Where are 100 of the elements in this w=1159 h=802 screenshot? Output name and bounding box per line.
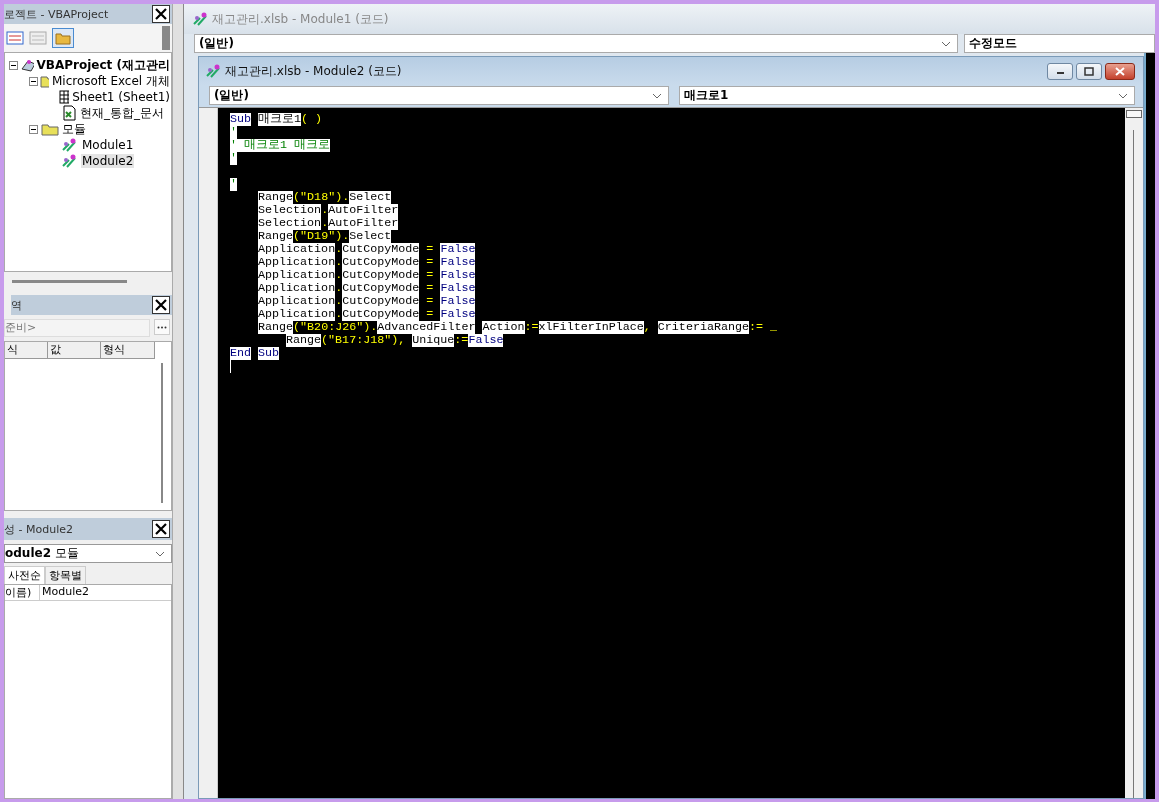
code-token: Range (258, 321, 294, 334)
column-header[interactable]: 식 (5, 342, 48, 358)
close-icon (155, 523, 167, 535)
folder-icon[interactable] (52, 28, 74, 48)
code-token: Application (258, 243, 336, 256)
code-token: CriteriaRange (657, 321, 749, 334)
code-token: Application (258, 269, 336, 282)
close-icon (155, 299, 167, 311)
code-token: Range (286, 334, 322, 347)
scrollbar[interactable] (161, 363, 163, 503)
code-token: Selection (258, 217, 322, 230)
more-icon (157, 325, 167, 329)
tree-item[interactable]: Microsoft Excel 개체 (50, 72, 171, 90)
text-cursor (230, 360, 231, 373)
scrollbar-thumb[interactable] (1126, 110, 1142, 118)
code-token: xlFilterInPlace (538, 321, 644, 334)
code-token: Unique (412, 334, 455, 347)
code-token: ("D18"). (293, 191, 350, 204)
close-button[interactable] (152, 296, 170, 314)
object-dropdown[interactable]: (일반) (194, 34, 958, 53)
close-button[interactable] (152, 5, 170, 23)
code-token: Action (482, 321, 525, 334)
module-icon (205, 63, 221, 79)
close-button[interactable] (152, 520, 170, 538)
tree-item[interactable]: Sheet1 (Sheet1) (71, 90, 171, 104)
code-token: Range (258, 230, 294, 243)
code-token: False (468, 334, 504, 347)
chevron-icon (1118, 92, 1128, 99)
sheet-icon (58, 89, 70, 105)
module-icon (192, 11, 208, 27)
chevron-icon (155, 550, 165, 557)
code-token: AutoFilter (328, 204, 399, 217)
restore-button[interactable] (1076, 62, 1102, 80)
code-token: Application (258, 282, 336, 295)
tab[interactable]: 사전순 (4, 566, 45, 584)
code-token: Application (258, 256, 336, 269)
code-token: CutCopyMode (342, 243, 420, 256)
code-token: AutoFilter (328, 217, 399, 230)
tab[interactable]: 항목별 (45, 566, 86, 584)
object-dropdown[interactable]: (일반) (209, 86, 669, 105)
tree-item[interactable]: Module1 (81, 138, 135, 152)
code-token: Sub (230, 113, 252, 126)
code-token: ' (230, 178, 237, 191)
code-token: CutCopyMode (342, 295, 420, 308)
close-button[interactable] (1105, 62, 1135, 80)
code-token: ' (230, 126, 237, 139)
property-name: 이름) (5, 585, 40, 600)
folder-icon (40, 73, 49, 89)
property-value[interactable]: Module2 (40, 585, 89, 600)
tree-item[interactable]: 모듈 (61, 120, 87, 138)
module-icon (61, 153, 79, 169)
code-token: False (440, 282, 476, 295)
tree-item[interactable]: 현재_통합_문서 (79, 104, 165, 122)
panel-title: 성 - Module2 (4, 521, 73, 537)
code-token: ' 매크로1 매크로 (230, 139, 331, 152)
code-token: False (440, 243, 476, 256)
chevron-icon (652, 92, 662, 99)
tree-item[interactable]: Module2 (81, 154, 135, 168)
column-header[interactable]: 값 (48, 342, 101, 358)
code-token: Application (258, 308, 336, 321)
panel-title: 로젝트 - VBAProject (4, 6, 109, 22)
code-token: Application (258, 295, 336, 308)
column-header[interactable]: 형식 (101, 342, 155, 358)
code-token: Select (349, 230, 392, 243)
collapse-icon[interactable] (29, 124, 39, 134)
folder-icon (41, 121, 59, 137)
code-token: ("D19"). (293, 230, 350, 243)
minimize-button[interactable] (1047, 62, 1073, 80)
code-token: False (440, 256, 476, 269)
collapse-icon[interactable] (9, 60, 18, 70)
procedure-dropdown[interactable]: 수정모드 (964, 34, 1155, 53)
workbook-icon (61, 105, 77, 121)
code-token: Range (258, 191, 294, 204)
code-token: CutCopyMode (342, 269, 420, 282)
panel-title: 역 (11, 297, 22, 313)
code-token: CutCopyMode (342, 256, 420, 269)
code-token: False (440, 295, 476, 308)
close-icon (1115, 66, 1125, 76)
code-token: 매크로1 (258, 113, 302, 126)
restore-icon (1084, 66, 1094, 76)
object-dropdown[interactable]: odule2 모듈 (4, 544, 172, 563)
code-token: False (440, 308, 476, 321)
chevron-icon (941, 40, 951, 47)
code-token: := _ (749, 321, 778, 334)
scrollbar-thumb[interactable] (12, 279, 127, 283)
code-token: CutCopyMode (342, 308, 420, 321)
context-field[interactable]: 준비> (4, 319, 150, 337)
code-token: AdvancedFilter (377, 321, 476, 334)
window-title: 재고관리.xlsb - Module2 (코드) (225, 62, 402, 80)
code-token: False (440, 269, 476, 282)
code-token: Select (349, 191, 392, 204)
code-token: ' (230, 152, 237, 165)
procedure-dropdown[interactable]: 매크로1 (679, 86, 1135, 105)
code-token: ( ) (301, 113, 323, 126)
code-token: Selection (258, 204, 322, 217)
tree-item[interactable]: VBAProject (재고관리 (35, 56, 171, 74)
code-token: Sub (258, 347, 280, 360)
close-icon (155, 8, 167, 20)
module-icon (61, 137, 79, 153)
collapse-icon[interactable] (29, 76, 38, 86)
